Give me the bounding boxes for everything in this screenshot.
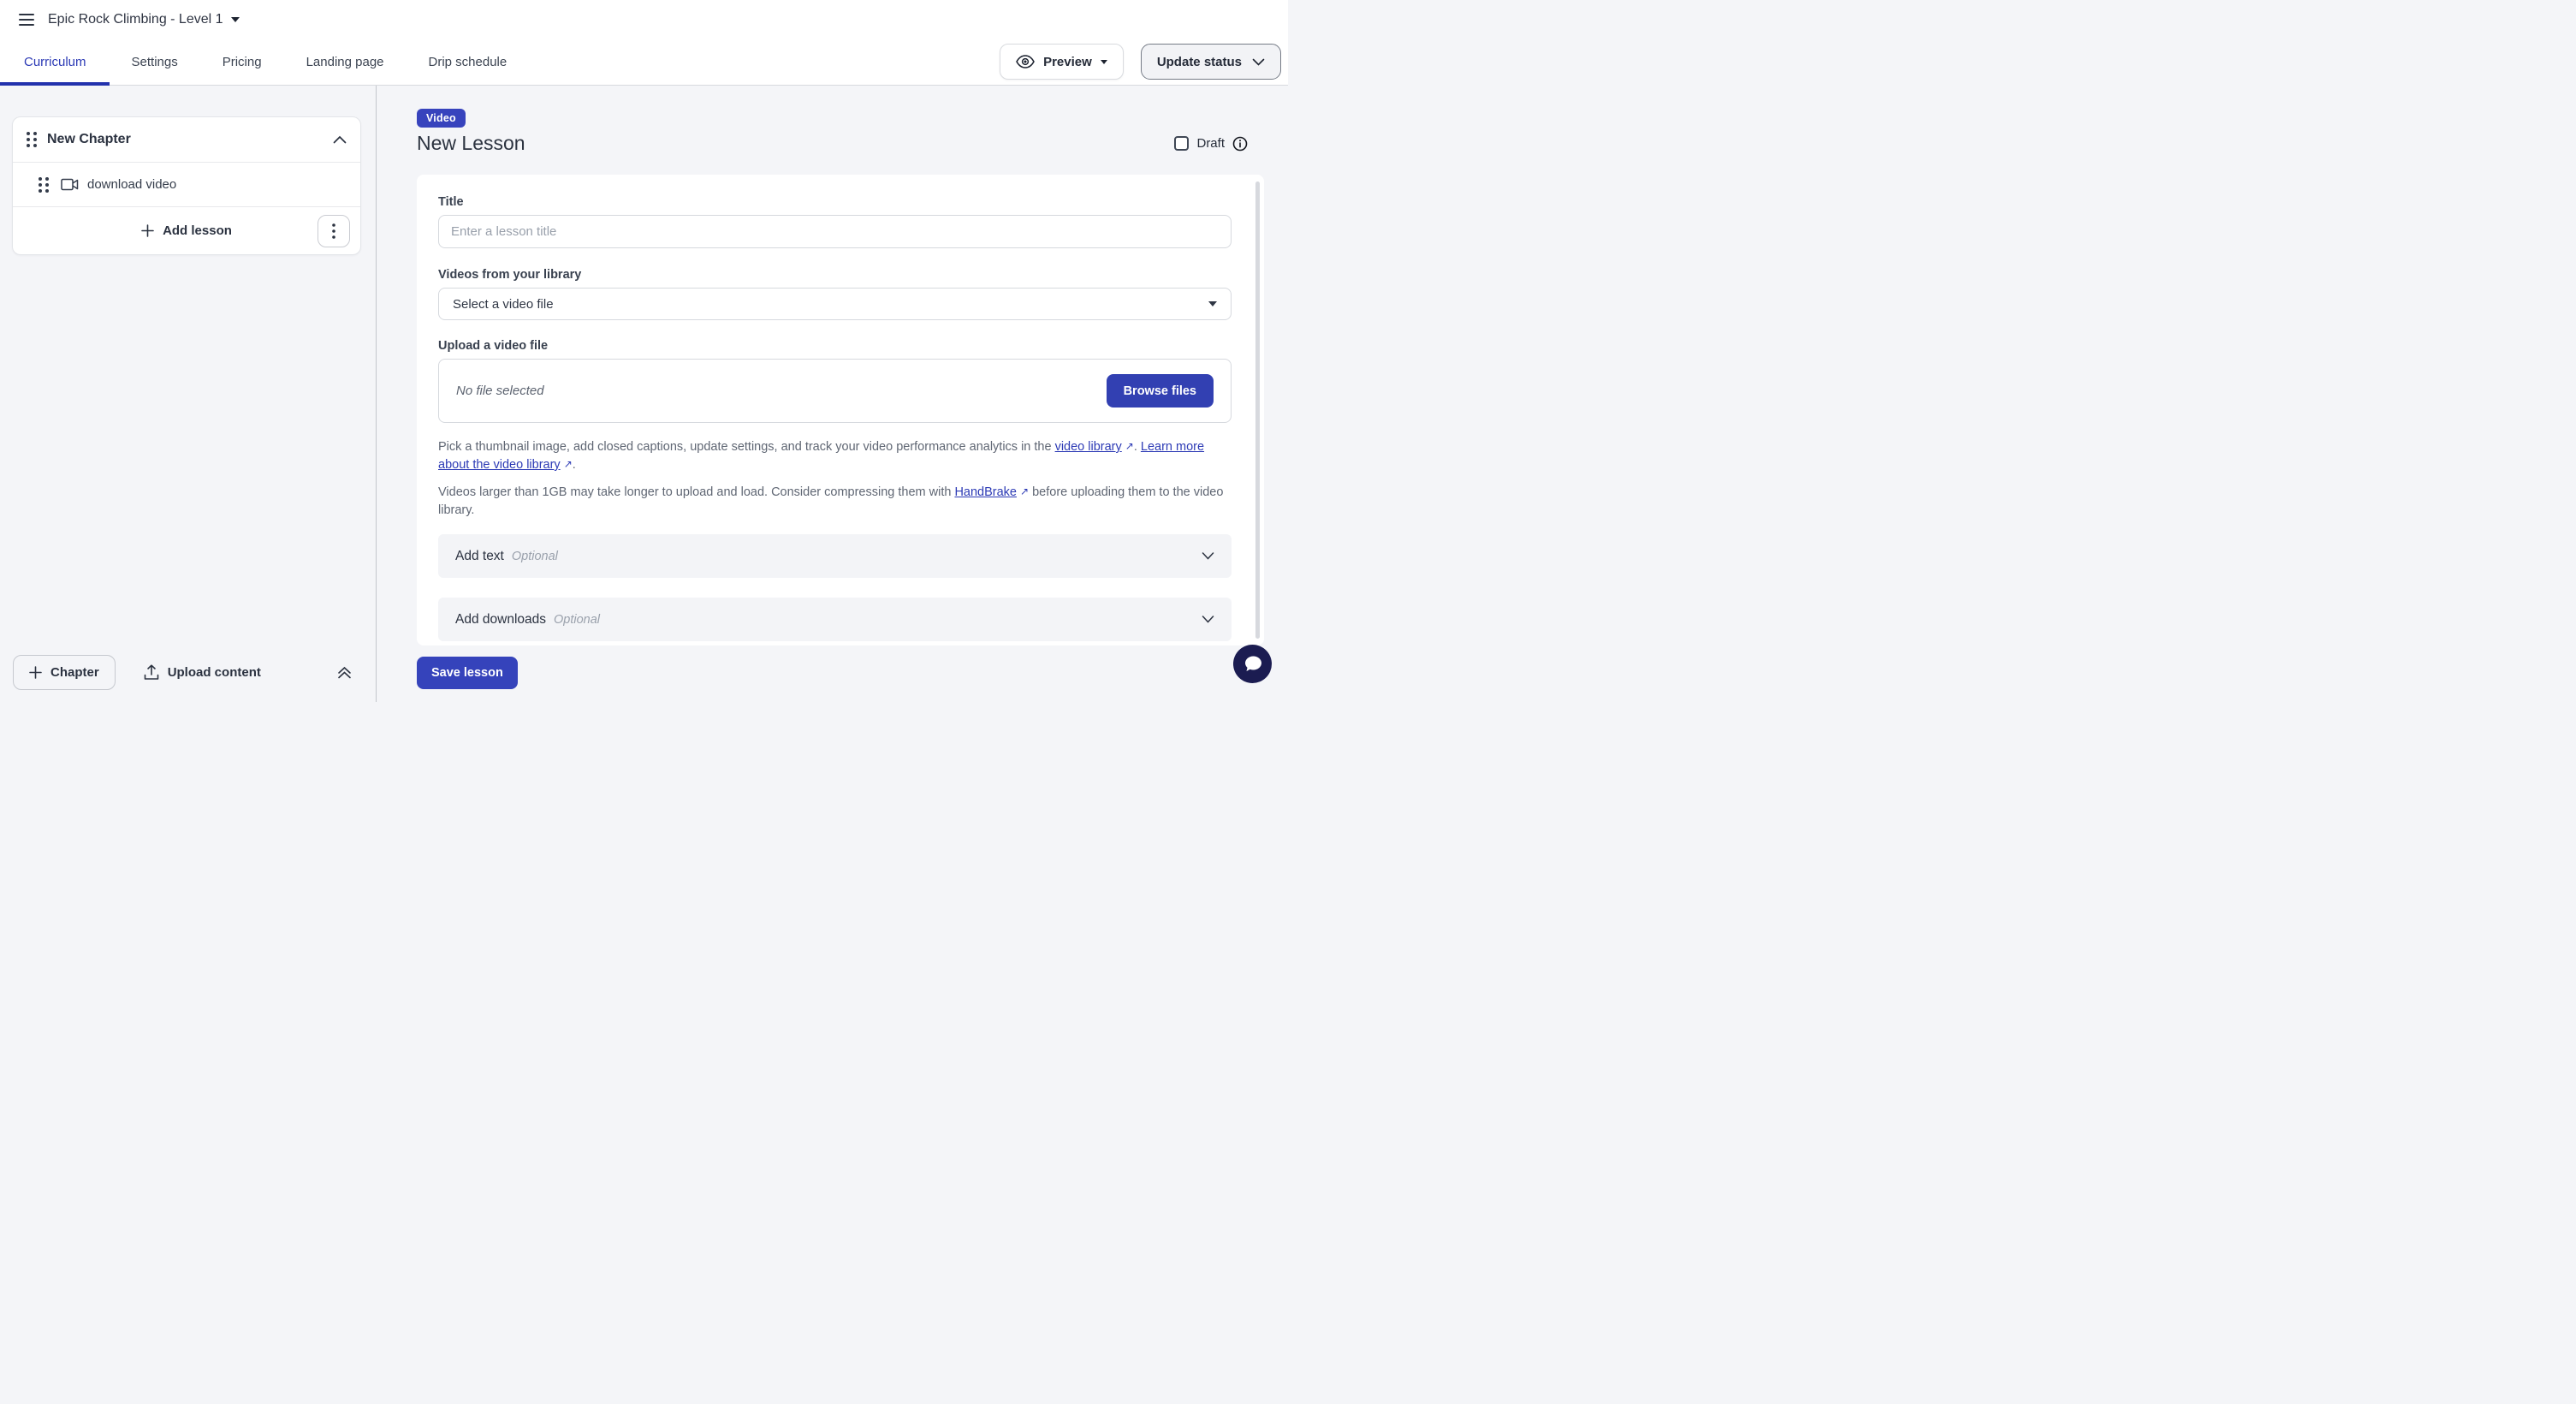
optional-hint: Optional xyxy=(512,550,558,563)
help-text: . xyxy=(573,458,576,472)
page-title: New Lesson xyxy=(417,132,525,155)
optional-hint: Optional xyxy=(554,613,600,627)
tab-actions: Preview Update status xyxy=(1000,39,1288,85)
draft-checkbox[interactable] xyxy=(1174,136,1189,151)
add-downloads-section[interactable]: Add downloads Optional xyxy=(438,598,1232,641)
video-help-text: Pick a thumbnail image, add closed capti… xyxy=(438,438,1232,474)
lesson-title: download video xyxy=(87,177,176,192)
chevron-down-icon xyxy=(1202,552,1214,560)
tab-pricing[interactable]: Pricing xyxy=(200,39,284,85)
video-library-select[interactable]: Select a video file xyxy=(438,288,1232,320)
chapter-header[interactable]: New Chapter xyxy=(13,117,360,162)
library-field-label: Videos from your library xyxy=(438,268,1232,282)
add-lesson-button[interactable]: Add lesson xyxy=(141,223,232,238)
video-library-link[interactable]: video library xyxy=(1055,440,1122,454)
update-status-button[interactable]: Update status xyxy=(1141,44,1281,80)
menu-icon[interactable] xyxy=(19,14,34,26)
draft-label: Draft xyxy=(1196,136,1225,151)
lesson-type-badge: Video xyxy=(417,109,466,128)
lesson-row[interactable]: download video xyxy=(13,162,360,206)
video-camera-icon xyxy=(61,178,79,191)
video-size-help-text: Videos larger than 1GB may take longer t… xyxy=(438,484,1232,520)
external-link-icon: ↗ xyxy=(1125,437,1134,455)
lesson-editor: Video New Lesson Draft Title Videos from… xyxy=(377,86,1288,702)
curriculum-sidebar: New Chapter download video Add lesson xyxy=(0,86,377,702)
add-text-section[interactable]: Add text Optional xyxy=(438,534,1232,578)
chapter-card: New Chapter download video Add lesson xyxy=(12,116,361,255)
eye-icon xyxy=(1016,55,1035,68)
help-text: Pick a thumbnail image, add closed capti… xyxy=(438,440,1055,454)
caret-down-icon xyxy=(1101,60,1107,64)
lesson-title-input[interactable] xyxy=(438,215,1232,248)
chat-icon xyxy=(1242,654,1264,675)
help-text: . xyxy=(1134,440,1141,454)
add-text-label: Add text xyxy=(455,549,504,564)
tab-settings[interactable]: Settings xyxy=(110,39,200,85)
tab-landing-page[interactable]: Landing page xyxy=(284,39,407,85)
add-chapter-button[interactable]: Chapter xyxy=(13,655,116,690)
chevron-down-icon xyxy=(1252,58,1265,66)
plus-icon xyxy=(29,666,42,679)
plus-icon xyxy=(141,224,154,237)
help-text: Videos larger than 1GB may take longer t… xyxy=(438,485,954,499)
browse-files-button[interactable]: Browse files xyxy=(1107,374,1214,408)
handbrake-link[interactable]: HandBrake xyxy=(954,485,1017,499)
lesson-form-card: Title Videos from your library Select a … xyxy=(417,175,1264,645)
add-lesson-row: Add lesson xyxy=(13,206,360,254)
external-link-icon: ↗ xyxy=(1020,483,1029,501)
upload-icon xyxy=(144,664,159,681)
caret-down-icon xyxy=(1208,301,1217,306)
drag-handle-icon[interactable] xyxy=(39,177,49,193)
course-title-dropdown[interactable]: Epic Rock Climbing - Level 1 xyxy=(48,12,240,27)
file-upload-status: No file selected xyxy=(456,384,544,398)
top-bar: Epic Rock Climbing - Level 1 xyxy=(0,0,1288,39)
preview-button[interactable]: Preview xyxy=(1000,44,1124,80)
chevron-down-icon xyxy=(1202,616,1214,623)
upload-content-button[interactable]: Upload content xyxy=(144,664,261,681)
add-chapter-label: Chapter xyxy=(50,665,99,680)
chapter-menu-button[interactable] xyxy=(318,215,350,247)
upload-field-label: Upload a video file xyxy=(438,339,1232,353)
draft-toggle: Draft xyxy=(1174,136,1264,152)
add-downloads-label: Add downloads xyxy=(455,612,546,628)
lesson-header: Video New Lesson Draft xyxy=(417,109,1264,155)
tab-curriculum[interactable]: Curriculum xyxy=(0,39,110,85)
add-lesson-label: Add lesson xyxy=(163,223,232,238)
chat-widget-button[interactable] xyxy=(1233,645,1272,683)
save-lesson-button[interactable]: Save lesson xyxy=(417,657,518,689)
external-link-icon: ↗ xyxy=(564,455,573,473)
chapter-title: New Chapter xyxy=(47,132,131,147)
course-title: Epic Rock Climbing - Level 1 xyxy=(48,12,223,27)
tab-bar: Curriculum Settings Pricing Landing page… xyxy=(0,39,1288,86)
caret-down-icon xyxy=(231,17,240,22)
tab-drip-schedule[interactable]: Drip schedule xyxy=(407,39,530,85)
select-value: Select a video file xyxy=(453,297,554,312)
chevron-up-icon[interactable] xyxy=(333,135,347,144)
title-field-label: Title xyxy=(438,195,1232,209)
collapse-all-icon[interactable] xyxy=(337,665,352,680)
scrollbar[interactable] xyxy=(1255,181,1260,639)
file-upload-box: No file selected Browse files xyxy=(438,359,1232,423)
drag-handle-icon[interactable] xyxy=(27,132,37,147)
upload-content-label: Upload content xyxy=(168,665,261,680)
sidebar-footer: Chapter Upload content xyxy=(0,649,376,702)
info-icon[interactable] xyxy=(1232,136,1248,152)
preview-label: Preview xyxy=(1043,55,1092,69)
update-status-label: Update status xyxy=(1157,55,1242,69)
